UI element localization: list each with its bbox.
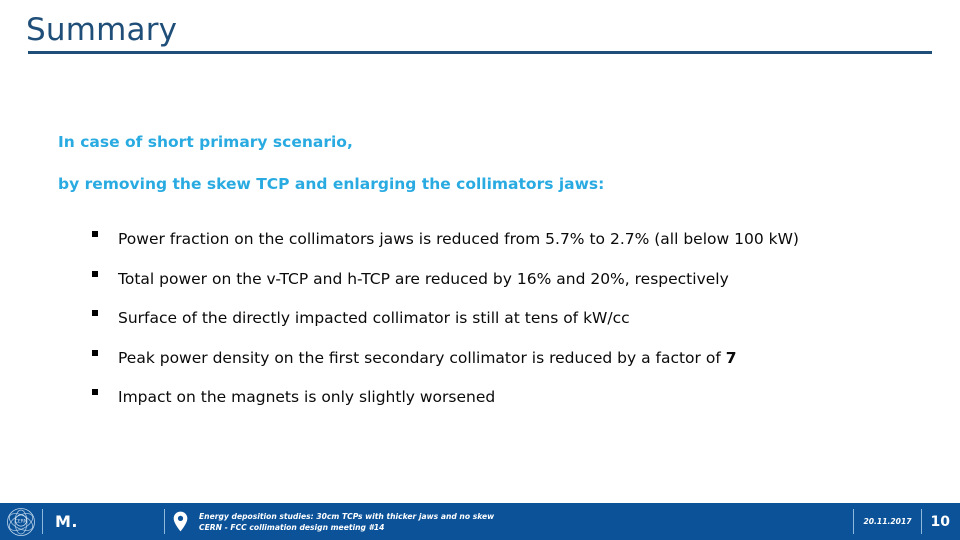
meeting-title: Energy deposition studies: 30cm TCPs wit… — [199, 511, 495, 521]
cern-logo-container: CERN — [0, 503, 42, 540]
page-title: Summary — [26, 12, 178, 48]
page-number-label: 10 — [922, 503, 960, 540]
square-bullet-icon — [92, 307, 118, 316]
list-item-label: Total power on the v-TCP and h-TCP are r… — [118, 268, 729, 290]
location-pin-container — [165, 503, 195, 540]
list-item-text: Total power on the v-TCP and h-TCP are r… — [118, 269, 729, 288]
square-bullet-icon — [92, 268, 118, 277]
list-item: Impact on the magnets is only slightly w… — [92, 386, 942, 426]
meeting-info: Energy deposition studies: 30cm TCPs wit… — [195, 503, 853, 540]
intro-line-2: by removing the skew TCP and enlarging t… — [58, 175, 605, 193]
location-pin-icon — [173, 511, 187, 532]
svg-text:CERN: CERN — [15, 518, 27, 524]
list-item-label: Impact on the magnets is only slightly w… — [118, 386, 495, 408]
square-bullet-icon — [92, 386, 118, 395]
author-label: M. — [43, 503, 155, 540]
bullet-list: Power fraction on the collimators jaws i… — [92, 228, 942, 426]
square-bullet-icon — [92, 228, 118, 237]
list-item-text: Peak power density on the first secondar… — [118, 348, 726, 367]
list-item: Peak power density on the first secondar… — [92, 347, 942, 387]
list-item-text: Power fraction on the collimators jaws i… — [118, 230, 799, 248]
intro-line-1: In case of short primary scenario, — [58, 133, 353, 151]
list-item-text: Surface of the directly impacted collima… — [118, 309, 630, 327]
cern-logo: CERN — [7, 507, 35, 536]
title-underline-rule — [28, 51, 932, 54]
slide-root: Summary In case of short primary scenari… — [0, 0, 960, 540]
slide-header: Summary — [0, 0, 960, 60]
footer-spacer — [155, 503, 164, 540]
list-item-text: Impact on the magnets is only slightly w… — [118, 388, 496, 406]
list-item-label: Power fraction on the collimators jaws i… — [118, 228, 799, 250]
list-item: Surface of the directly impacted collima… — [92, 307, 942, 347]
list-item-emphasis: 7 — [725, 348, 737, 367]
date-value: 20.11.2017 — [863, 517, 912, 526]
list-item: Power fraction on the collimators jaws i… — [92, 228, 942, 268]
square-bullet-icon — [92, 347, 118, 356]
slide-footer: CERN M. Energy deposition studies: 30cm … — [0, 503, 960, 540]
author-name: M. — [55, 512, 78, 531]
intro-block: In case of short primary scenario, by re… — [58, 132, 918, 194]
list-item-label: Surface of the directly impacted collima… — [118, 307, 630, 329]
page-number-value: 10 — [930, 513, 950, 530]
date-label: 20.11.2017 — [854, 503, 920, 540]
list-item-label: Peak power density on the first secondar… — [118, 347, 737, 369]
list-item: Total power on the v-TCP and h-TCP are r… — [92, 268, 942, 308]
meeting-subtitle: CERN - FCC collimation design meeting #1… — [199, 522, 385, 532]
